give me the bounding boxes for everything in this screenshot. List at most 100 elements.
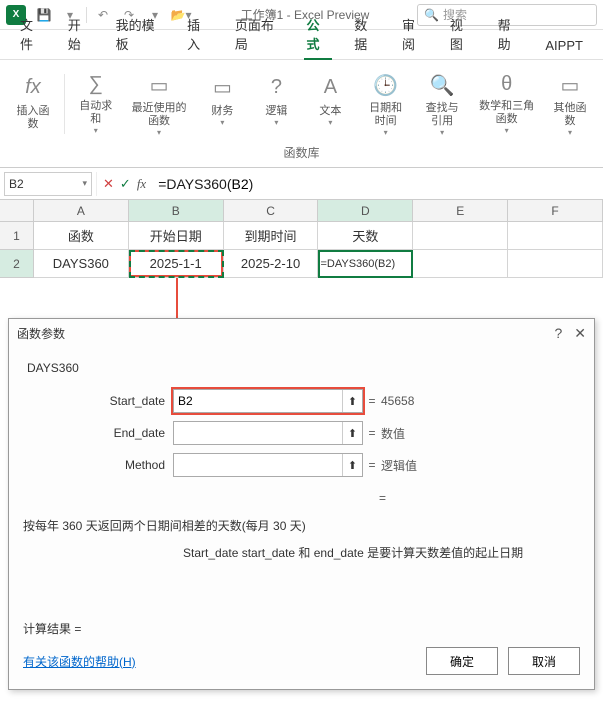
cell-D2[interactable]: =DAYS360(B2)	[318, 250, 413, 278]
lookup-icon: 🔍	[428, 73, 456, 98]
calc-result-label: 计算结果 =	[23, 610, 580, 647]
cell-D2-text: =DAYS360(B2)	[318, 256, 412, 272]
name-box-value: B2	[9, 177, 24, 191]
dialog-titlebar[interactable]: 函数参数 ? ✕	[9, 319, 594, 347]
logical-label: 逻辑	[265, 105, 287, 118]
end-date-input[interactable]	[174, 422, 342, 444]
tab-layout[interactable]: 页面布局	[225, 9, 293, 59]
cell-E2[interactable]	[413, 250, 508, 278]
cell-A2[interactable]: DAYS360	[34, 250, 129, 278]
dialog-body: DAYS360 Start_date ⬆ = 45658 End_date ⬆ …	[9, 347, 594, 647]
logical-button[interactable]: ? 逻辑 ▾	[251, 69, 301, 139]
autosum-button[interactable]: ∑ 自动求和 ▾	[71, 69, 121, 139]
financial-icon: ▭	[208, 73, 236, 101]
formula-text-prefix: =DAYS360(	[158, 176, 231, 192]
cancel-button[interactable]: 取消	[508, 647, 580, 675]
cell-C1[interactable]: 到期时间	[224, 222, 319, 250]
lookup-button[interactable]: 🔍 查找与引用 ▾	[416, 69, 468, 139]
cell-F1[interactable]	[508, 222, 603, 250]
ok-button[interactable]: 确定	[426, 647, 498, 675]
name-box[interactable]: B2 ▾	[4, 172, 92, 196]
param-input-wrap: ⬆	[173, 453, 363, 477]
start-date-input[interactable]	[174, 390, 342, 412]
insert-function-button[interactable]: fx 插入函数	[8, 69, 58, 139]
accept-formula-icon[interactable]: ✓	[120, 176, 131, 192]
function-description: 按每年 360 天返回两个日期间相差的天数(每月 30 天)	[23, 517, 580, 534]
cell-E1[interactable]	[413, 222, 508, 250]
tab-help[interactable]: 帮助	[488, 9, 532, 59]
grid-row-2: 2 DAYS360 2025-1-1 2025-2-10 =DAYS360(B2…	[0, 250, 603, 278]
formula-text-arg: B2	[231, 176, 248, 192]
equals-sign: =	[363, 394, 381, 408]
grid-row-1: 1 函数 开始日期 到期时间 天数	[0, 222, 603, 250]
tab-insert[interactable]: 插入	[177, 9, 221, 59]
cell-A1[interactable]: 函数	[34, 222, 129, 250]
param-label: Start_date	[23, 394, 173, 408]
param-result: 数值	[381, 425, 405, 442]
collapse-dialog-icon[interactable]: ⬆	[342, 422, 362, 444]
chevron-down-icon[interactable]: ▾	[82, 178, 87, 189]
logical-icon: ?	[262, 73, 290, 101]
equals-sign: =	[363, 426, 381, 440]
collapse-dialog-icon[interactable]: ⬆	[342, 454, 362, 476]
col-header-C[interactable]: C	[224, 200, 319, 222]
param-input-wrap: ⬆	[173, 421, 363, 445]
caret-icon: ▾	[505, 126, 509, 135]
param-label: Method	[23, 458, 173, 472]
function-help-link[interactable]: 有关该函数的帮助(H)	[23, 653, 136, 670]
datetime-button[interactable]: 🕒 日期和时间 ▾	[359, 69, 411, 139]
autosum-label: 自动求和	[77, 100, 115, 126]
fx-icon[interactable]: fx	[137, 176, 146, 192]
formula-bar: B2 ▾ ✕ ✓ fx =DAYS360(B2)	[0, 168, 603, 200]
ribbon-group-title: 函数库	[0, 142, 603, 167]
result-equals: =	[379, 491, 580, 505]
col-header-B[interactable]: B	[129, 200, 224, 222]
function-name-label: DAYS360	[27, 361, 580, 375]
more-icon: ▭	[556, 73, 584, 98]
tab-view[interactable]: 视图	[440, 9, 484, 59]
cell-D1[interactable]: 天数	[318, 222, 413, 250]
math-label: 数学和三角函数	[478, 100, 535, 126]
tab-aippt[interactable]: AIPPT	[535, 32, 593, 59]
caret-icon: ▾	[384, 128, 388, 137]
cancel-formula-icon[interactable]: ✕	[103, 176, 114, 192]
cell-F2[interactable]	[508, 250, 603, 278]
tab-data[interactable]: 数据	[344, 9, 388, 59]
text-button[interactable]: A 文本 ▾	[305, 69, 355, 139]
collapse-dialog-icon[interactable]: ⬆	[342, 390, 362, 412]
menu-tabs: 文件 开始 我的模板 插入 页面布局 公式 数据 审阅 视图 帮助 AIPPT	[0, 30, 603, 60]
formula-input[interactable]: =DAYS360(B2)	[152, 172, 599, 196]
ribbon: fx 插入函数 ∑ 自动求和 ▾ ▭ 最近使用的函数 ▾ ▭ 财务 ▾ ? 逻辑…	[0, 60, 603, 168]
tab-file[interactable]: 文件	[10, 9, 54, 59]
tab-review[interactable]: 审阅	[392, 9, 436, 59]
cell-C2[interactable]: 2025-2-10	[224, 250, 319, 278]
cell-B1[interactable]: 开始日期	[129, 222, 224, 250]
tab-templates[interactable]: 我的模板	[106, 9, 174, 59]
text-icon: A	[316, 73, 344, 101]
math-button[interactable]: θ 数学和三角函数 ▾	[472, 69, 541, 139]
text-label: 文本	[319, 105, 341, 118]
param-label: End_date	[23, 426, 173, 440]
tab-formulas[interactable]: 公式	[296, 9, 340, 59]
col-header-E[interactable]: E	[413, 200, 508, 222]
tab-home[interactable]: 开始	[58, 9, 102, 59]
caret-icon: ▾	[328, 118, 332, 127]
cell-B2[interactable]: 2025-1-1	[129, 250, 224, 278]
close-icon[interactable]: ✕	[574, 325, 586, 342]
col-header-F[interactable]: F	[508, 200, 603, 222]
spreadsheet-grid: A B C D E F 1 函数 开始日期 到期时间 天数 2 DAYS360 …	[0, 200, 603, 278]
datetime-label: 日期和时间	[365, 102, 405, 128]
recent-functions-button[interactable]: ▭ 最近使用的函数 ▾	[125, 69, 194, 139]
caret-icon: ▾	[94, 126, 98, 135]
col-header-A[interactable]: A	[34, 200, 129, 222]
select-all-corner[interactable]	[0, 200, 34, 222]
method-input[interactable]	[174, 454, 342, 476]
col-header-D[interactable]: D	[318, 200, 413, 222]
more-functions-button[interactable]: ▭ 其他函数 ▾	[545, 69, 595, 139]
row-header-1[interactable]: 1	[0, 222, 34, 250]
financial-button[interactable]: ▭ 财务 ▾	[197, 69, 247, 139]
help-icon[interactable]: ?	[554, 325, 562, 342]
row-header-2[interactable]: 2	[0, 250, 34, 278]
lookup-label: 查找与引用	[422, 102, 462, 128]
recent-label: 最近使用的函数	[131, 102, 188, 128]
